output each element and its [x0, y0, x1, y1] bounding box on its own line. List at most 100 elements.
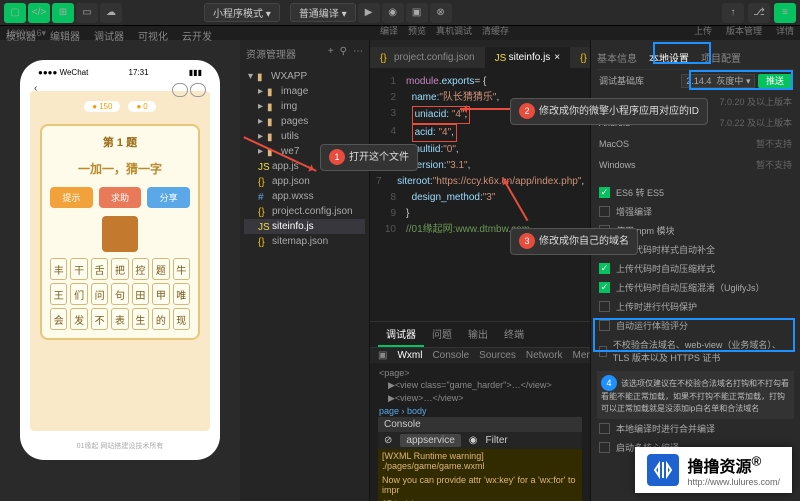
compile-btn[interactable]: ▶ — [358, 3, 380, 23]
phone-frame: ●●●● WeChat17:31▮▮▮ ‹ ● 150 ● 0 第 1 题 一加… — [20, 60, 220, 460]
char-cell[interactable]: 舌 — [91, 258, 108, 280]
char-cell[interactable]: 表 — [111, 308, 128, 330]
help-btn[interactable]: 求助 — [99, 187, 142, 208]
eye-icon[interactable]: ◉ — [469, 435, 478, 446]
upload-btn[interactable]: ↑ — [722, 3, 744, 23]
debug-panel: 调试器 问题 输出 终端 ▣ Wxml Console Sources Netw… — [370, 321, 590, 501]
checkbox-row[interactable]: 上传时进行代码保护 — [597, 297, 794, 316]
checkbox-row[interactable]: ✓上传代码时自动压缩混淆（UglifyJs） — [597, 278, 794, 297]
folder-image[interactable]: ▸ ▮ image — [244, 84, 365, 99]
char-cell[interactable]: 牛 — [173, 258, 190, 280]
question-card: 第 1 题 一加一，猜一字 提示 求助 分享 丰干舌把控题牛王们问句田甲唯会发不… — [40, 124, 200, 340]
char-cell[interactable]: 唯 — [173, 283, 190, 305]
folder-img[interactable]: ▸ ▮ img — [244, 99, 365, 114]
tab-project[interactable]: {} project.config.json — [370, 47, 485, 68]
clear-icon[interactable]: ⊘ — [384, 435, 392, 446]
tab-siteinfo[interactable]: JS siteinfo.js × — [485, 47, 571, 68]
char-cell[interactable]: 句 — [111, 283, 128, 305]
back-icon[interactable]: ‹ — [34, 83, 37, 94]
dbg-tab-terminal[interactable]: 终端 — [496, 322, 532, 347]
simulator-panel: ●●●● WeChat17:31▮▮▮ ‹ ● 150 ● 0 第 1 题 一加… — [0, 40, 240, 501]
char-cell[interactable]: 不 — [91, 308, 108, 330]
file-project[interactable]: {} project.config.json — [244, 204, 365, 219]
char-cell[interactable]: 问 — [91, 283, 108, 305]
sources-tab[interactable]: Sources — [479, 350, 516, 361]
details-btn[interactable]: ≡ — [774, 3, 796, 23]
code-area[interactable]: 1module.exports = { 2 name: "队长猜猜乐", 3 u… — [370, 68, 590, 321]
sb-tab-project[interactable]: 项目配置 — [701, 50, 741, 65]
folder-pages[interactable]: ▸ ▮ pages — [244, 114, 365, 129]
checkbox-row[interactable]: ✓ES6 转 ES5 — [597, 183, 794, 202]
arrow-2 — [460, 108, 510, 110]
char-cell[interactable]: 们 — [70, 283, 87, 305]
checkbox-row[interactable]: 不校验合法域名、web-view（业务域名）、TLS 版本以及 HTTPS 证书 — [597, 335, 794, 367]
file-appjson[interactable]: {} app.json — [244, 174, 365, 189]
char-cell[interactable]: 发 — [70, 308, 87, 330]
folder-utils[interactable]: ▸ ▮ utils — [244, 129, 365, 144]
file-siteinfo[interactable]: JS siteinfo.js — [244, 219, 365, 234]
os-row: Windows暂不支持 — [597, 154, 794, 175]
more-icon[interactable]: ⋯ — [353, 46, 363, 61]
push-btn[interactable]: 推送 — [758, 74, 792, 88]
root-folder[interactable]: ▾ ▮ WXAPP — [244, 69, 365, 84]
coin-2[interactable]: ● 0 — [128, 101, 155, 112]
remote-btn[interactable]: ▣ — [406, 3, 428, 23]
console-tab[interactable]: Console — [432, 350, 469, 361]
char-cell[interactable]: 王 — [50, 283, 67, 305]
char-cell[interactable]: 会 — [50, 308, 67, 330]
checkbox-row[interactable]: 自动运行体验评分 — [597, 316, 794, 335]
cloud-btn[interactable]: ☁ — [100, 3, 122, 23]
callout-2: 2修改成你的微擎小程序应用对应的ID — [510, 98, 708, 125]
watermark-logo-icon — [647, 454, 679, 486]
char-cell[interactable]: 控 — [132, 258, 149, 280]
wxml-tab[interactable]: Wxml — [397, 350, 422, 361]
clear-btn[interactable]: ⊗ — [430, 3, 452, 23]
version-btn[interactable]: ⎇ — [748, 3, 770, 23]
editor-tabs: {} project.config.json JS siteinfo.js × … — [370, 40, 590, 68]
simulator-btn[interactable]: ▢ — [4, 3, 26, 23]
char-cell[interactable]: 甲 — [152, 283, 169, 305]
lib-select[interactable]: 2.14.4 灰度中 ▾ — [681, 74, 755, 88]
phone-footer: 01缘起 网站搭建设技术所有 — [26, 435, 214, 457]
coin-1[interactable]: ● 150 — [84, 101, 120, 112]
hint-btn[interactable]: 提示 — [50, 187, 93, 208]
char-cell[interactable]: 生 — [132, 308, 149, 330]
card-title: 第 1 题 — [50, 134, 190, 150]
char-cell[interactable]: 丰 — [50, 258, 67, 280]
search-icon[interactable]: ⚲ — [340, 46, 347, 61]
file-appwxss[interactable]: # app.wxss — [244, 189, 365, 204]
top-toolbar: ▢ </> ⊞ ▭ ☁ 模拟器编辑器调试器可视化云开发 小程序模式 ▾ 普通编译… — [0, 0, 800, 26]
file-sitemap[interactable]: {} sitemap.json — [244, 234, 365, 249]
compile-select[interactable]: 普通编译 ▾ — [290, 3, 356, 22]
char-grid: 丰干舌把控题牛王们问句田甲唯会发不表生的现 — [50, 258, 190, 330]
checkbox-row[interactable]: 增强编译 — [597, 202, 794, 221]
char-cell[interactable]: 题 — [152, 258, 169, 280]
char-cell[interactable]: 的 — [152, 308, 169, 330]
share-btn[interactable]: 分享 — [147, 187, 190, 208]
char-cell[interactable]: 田 — [132, 283, 149, 305]
char-cell[interactable]: 现 — [173, 308, 190, 330]
dbg-tab-output[interactable]: 输出 — [460, 322, 496, 347]
sb-tab-basic[interactable]: 基本信息 — [597, 50, 637, 65]
network-tab[interactable]: Network — [526, 350, 563, 361]
new-file-icon[interactable]: + — [328, 46, 334, 61]
mode-select[interactable]: 小程序模式 ▾ — [204, 3, 280, 22]
dbg-tab-debugger[interactable]: 调试器 — [378, 322, 424, 347]
visual-btn[interactable]: ▭ — [76, 3, 98, 23]
preview-btn[interactable]: ◉ — [382, 3, 404, 23]
char-cell[interactable]: 把 — [111, 258, 128, 280]
checkbox-row[interactable]: ✓上传代码时自动压缩样式 — [597, 259, 794, 278]
dbg-tab-problems[interactable]: 问题 — [424, 322, 460, 347]
callout-1: 1打开这个文件 — [320, 144, 418, 171]
inspect-icon[interactable]: ▣ — [378, 350, 387, 361]
editor-panel: {} project.config.json JS siteinfo.js × … — [370, 40, 590, 501]
sb-tab-local[interactable]: 本地设置 — [649, 50, 689, 65]
capsule-menu-icon[interactable] — [172, 83, 188, 97]
capsule-close-icon[interactable] — [190, 83, 206, 97]
answer-slot[interactable] — [102, 216, 138, 252]
editor-btn[interactable]: </> — [28, 3, 50, 23]
debugger-btn[interactable]: ⊞ — [52, 3, 74, 23]
callout-3: 3修改成你自己的域名 — [510, 228, 638, 255]
char-cell[interactable]: 干 — [70, 258, 87, 280]
watermark: 撸撸资源® http://www.lulures.com/ — [635, 447, 792, 493]
